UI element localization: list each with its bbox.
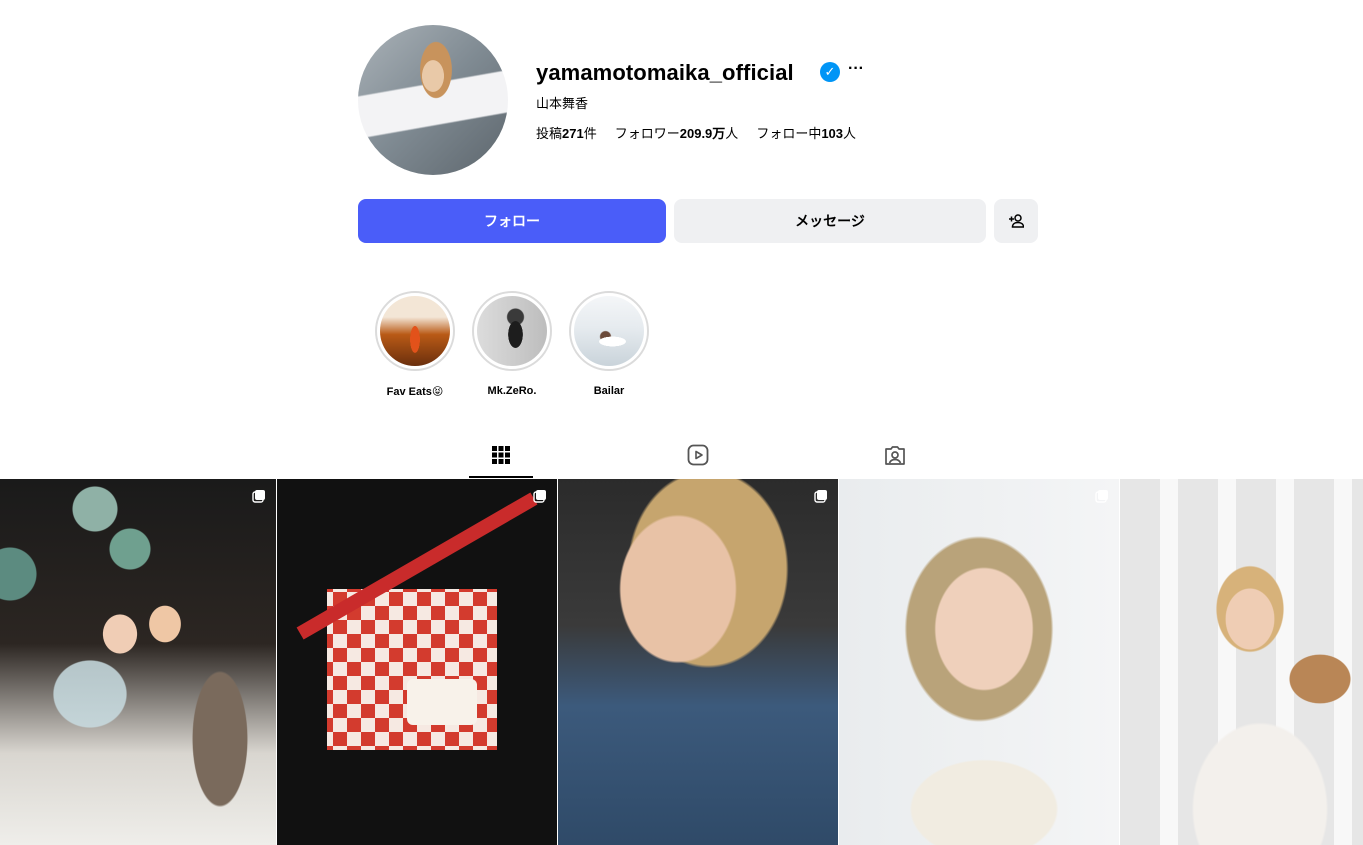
carousel-icon — [533, 490, 546, 503]
highlight-bailar[interactable]: Bailar — [566, 291, 652, 397]
active-tab-indicator — [469, 476, 533, 478]
carousel-icon — [252, 490, 265, 503]
profile-stats: 投稿271件 フォロワー209.9万人 フォロー中103人 — [536, 123, 856, 142]
more-options-icon[interactable]: ··· — [848, 60, 864, 78]
highlight-mkzero[interactable]: Mk.ZeRo. — [469, 291, 555, 397]
highlight-fav-eats[interactable]: Fav Eats😝 — [372, 291, 458, 398]
highlight-cover — [477, 296, 547, 366]
post-tile[interactable] — [277, 479, 557, 845]
post-tile[interactable] — [558, 479, 838, 845]
post-tile[interactable] — [1120, 479, 1363, 845]
carousel-icon — [1095, 490, 1108, 503]
tagged-icon[interactable] — [883, 443, 907, 467]
post-tile[interactable] — [0, 479, 276, 845]
highlight-label: Bailar — [593, 385, 625, 397]
follow-button[interactable]: フォロー — [358, 199, 666, 243]
profile-avatar[interactable] — [358, 25, 508, 175]
person-add-icon — [1009, 214, 1024, 228]
grid-icon[interactable] — [489, 443, 513, 467]
profile-username: yamamotomaika_official — [536, 60, 794, 85]
highlight-label: Fav Eats😝 — [386, 386, 444, 398]
suggest-add-button[interactable] — [994, 199, 1038, 243]
highlight-cover — [380, 296, 450, 366]
verified-badge-icon: ✓ — [820, 62, 840, 82]
followers-count[interactable]: フォロワー209.9万人 — [615, 123, 739, 142]
posts-count: 投稿271件 — [536, 126, 597, 141]
following-count[interactable]: フォロー中103人 — [756, 123, 856, 142]
carousel-icon — [814, 490, 827, 503]
highlight-label: Mk.ZeRo. — [487, 385, 537, 397]
message-button[interactable]: メッセージ — [674, 199, 986, 243]
profile-full-name: 山本舞香 — [536, 96, 589, 111]
reels-icon[interactable] — [686, 443, 710, 467]
highlight-cover — [574, 296, 644, 366]
post-tile[interactable] — [839, 479, 1119, 845]
